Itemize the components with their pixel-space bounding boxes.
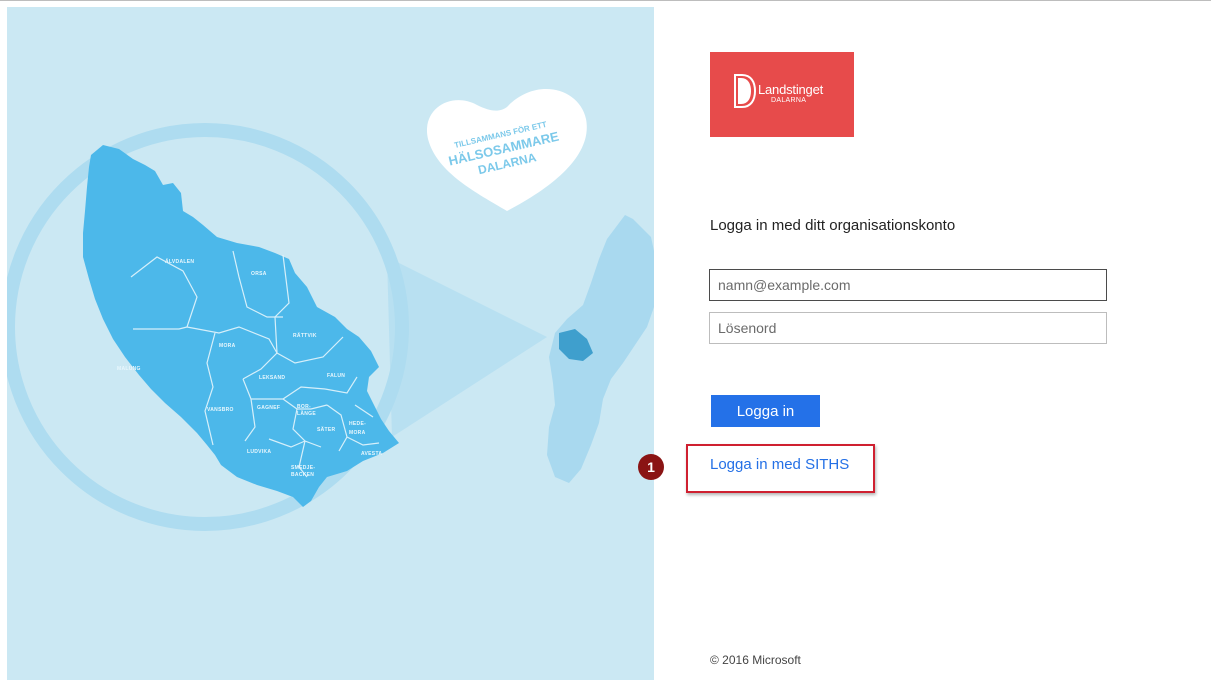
label-leksand: LEKSAND — [259, 375, 285, 381]
label-vansbro: VANSBRO — [207, 407, 234, 413]
logo-title: Landstinget — [758, 82, 824, 97]
login-heading: Logga in med ditt organisationskonto — [710, 217, 956, 234]
logo-subtitle: DALARNA — [771, 97, 807, 104]
label-borlange-2: LÄNGE — [297, 410, 316, 417]
step-callout-badge: 1 — [638, 454, 664, 480]
landstinget-d-mark-icon — [734, 74, 756, 108]
label-malung: MALUNG — [117, 366, 141, 372]
top-divider — [0, 0, 1211, 1]
siths-login-link[interactable]: Logga in med SITHS — [710, 456, 849, 473]
label-gagnef: GAGNEF — [257, 405, 280, 411]
label-orsa: ORSA — [251, 271, 267, 277]
heart-badge: TILLSAMMANS FÖR ETT HÄLSOSAMMARE DALARNA — [426, 89, 587, 211]
sweden-map — [547, 215, 654, 483]
label-rattvik: RÄTTVIK — [293, 332, 317, 339]
landstinget-logo: Landstinget DALARNA — [710, 52, 854, 137]
dalarna-illustration: ÄLVDALEN ORSA MORA RÄTTVIK MALUNG LEKSAN… — [7, 89, 654, 531]
label-avesta: AVESTA — [361, 451, 382, 457]
label-borlange-1: BOR- — [297, 404, 311, 410]
label-smedjebacken-2: BACKEN — [291, 472, 314, 478]
label-alvdalen: ÄLVDALEN — [165, 258, 194, 265]
login-button[interactable]: Logga in — [711, 395, 820, 427]
label-falun: FALUN — [327, 373, 345, 379]
email-field[interactable] — [709, 269, 1107, 301]
label-sater: SÄTER — [317, 426, 336, 433]
copyright-footer: © 2016 Microsoft — [710, 653, 801, 667]
illustration-panel: ÄLVDALEN ORSA MORA RÄTTVIK MALUNG LEKSAN… — [7, 7, 654, 680]
label-smedjebacken-1: SMEDJE- — [291, 465, 315, 471]
label-hedemora-1: HEDE- — [349, 421, 366, 427]
label-mora: MORA — [219, 343, 236, 349]
label-hedemora-2: MORA — [349, 430, 366, 436]
label-ludvika: LUDVIKA — [247, 449, 271, 455]
password-field[interactable] — [709, 312, 1107, 344]
